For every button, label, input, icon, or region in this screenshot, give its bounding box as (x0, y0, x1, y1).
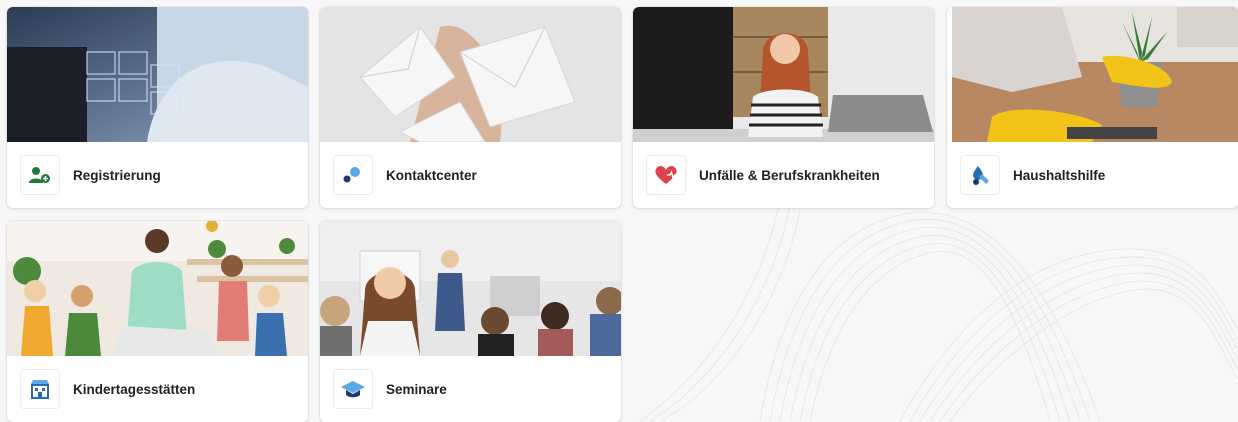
heart-pulse-icon (646, 155, 686, 195)
kontaktcenter-image (320, 7, 621, 142)
tile-registrierung[interactable]: Registrierung (7, 7, 308, 208)
seminare-image (320, 221, 621, 356)
tile-label-registrierung: Registrierung (73, 167, 161, 183)
household-help-icon (960, 155, 1000, 195)
tile-haushaltshilfe[interactable]: Haushaltshilfe (947, 7, 1238, 208)
dots-icon (333, 155, 373, 195)
tile-label-haushaltshilfe: Haushaltshilfe (1013, 167, 1106, 183)
daycare-building-icon (20, 369, 60, 409)
tile-label-kontaktcenter: Kontaktcenter (386, 167, 477, 183)
add-user-icon (20, 155, 60, 195)
tile-seminare[interactable]: Seminare (320, 221, 621, 422)
unfaelle-image (633, 7, 934, 142)
tile-unfaelle[interactable]: Unfälle & Berufskrankheiten (633, 7, 934, 208)
tile-label-unfaelle: Unfälle & Berufskrankheiten (699, 167, 880, 183)
graduation-cap-icon (333, 369, 373, 409)
tile-kontaktcenter[interactable]: Kontaktcenter (320, 7, 621, 208)
registrierung-image (7, 7, 308, 142)
haushaltshilfe-image (947, 7, 1238, 142)
kindertagesstaetten-image (7, 221, 308, 356)
tile-label-kindertagesstaetten: Kindertagesstätten (73, 381, 196, 397)
tile-label-seminare: Seminare (386, 381, 447, 397)
tile-kindertagesstaetten[interactable]: Kindertagesstätten (7, 221, 308, 422)
